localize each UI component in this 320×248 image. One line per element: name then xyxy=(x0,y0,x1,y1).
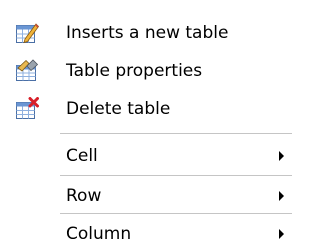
submenu-arrow-icon xyxy=(279,151,284,161)
delete-table-label: Delete table xyxy=(66,99,171,119)
cell-submenu-item[interactable]: Cell xyxy=(0,137,292,175)
delete-table-menu-item[interactable]: Delete table xyxy=(0,90,292,128)
submenu-arrow-icon xyxy=(279,191,284,201)
submenu-arrow-icon xyxy=(279,229,284,239)
row-submenu-item[interactable]: Row xyxy=(0,177,292,215)
table-properties-icon xyxy=(15,59,39,83)
menu-separator xyxy=(60,133,292,134)
column-submenu-item[interactable]: Column xyxy=(0,215,292,248)
table-properties-label: Table properties xyxy=(66,61,203,81)
insert-table-icon xyxy=(15,21,40,45)
insert-table-menu-item[interactable]: Inserts a new table xyxy=(0,14,292,52)
table-properties-menu-item[interactable]: Table properties xyxy=(0,52,292,90)
row-submenu-label: Row xyxy=(66,186,102,206)
insert-table-label: Inserts a new table xyxy=(66,23,229,43)
menu-separator xyxy=(60,175,292,176)
menu-separator xyxy=(60,213,292,214)
table-context-menu: Inserts a new table Table properties Del… xyxy=(0,0,292,248)
cell-submenu-label: Cell xyxy=(66,146,98,166)
column-submenu-label: Column xyxy=(66,224,132,244)
delete-table-icon xyxy=(15,97,39,121)
